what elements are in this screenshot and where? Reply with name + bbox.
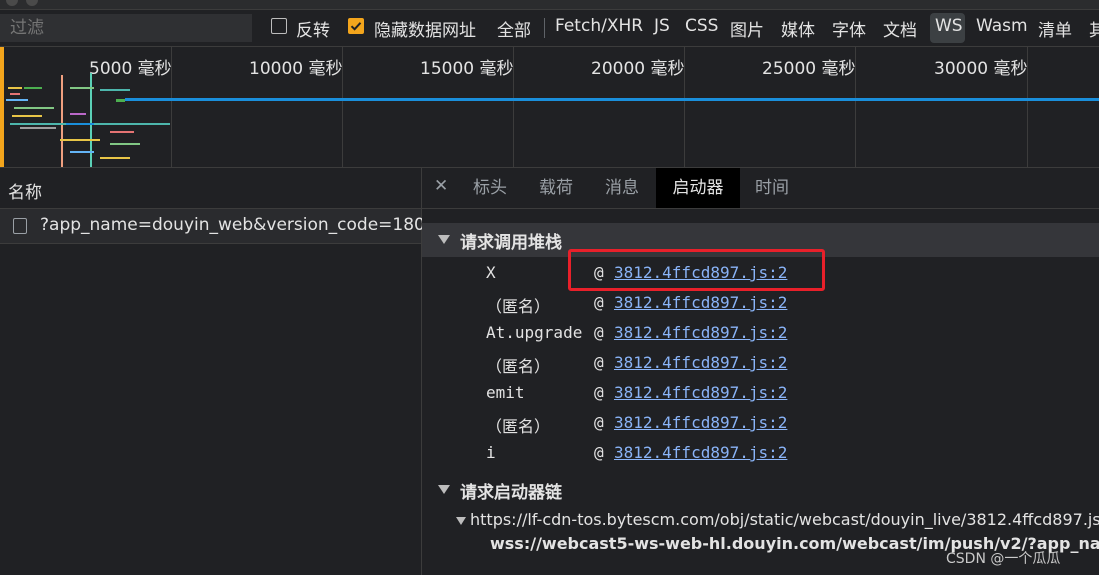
- type-filter-manifest[interactable]: 清单: [1038, 16, 1072, 41]
- initiator-chain-title: 请求启动器链: [460, 483, 562, 503]
- tab-messages[interactable]: 消息: [594, 168, 650, 208]
- invert-checkbox[interactable]: [271, 18, 287, 34]
- call-stack-title: 请求调用堆栈: [460, 233, 562, 253]
- name-column-header[interactable]: 名称: [0, 168, 421, 209]
- invert-label: 反转: [296, 21, 330, 41]
- frame-function: （匿名）: [486, 357, 551, 376]
- frame-function: （匿名）: [486, 417, 551, 436]
- tab-headers[interactable]: 标头: [462, 168, 518, 208]
- type-filter-css[interactable]: CSS: [685, 16, 718, 36]
- tab-payload[interactable]: 载荷: [528, 168, 584, 208]
- network-overview[interactable]: 5000 毫秒 10000 毫秒 15000 毫秒 20000 毫秒 25000…: [0, 47, 1099, 168]
- frame-source-link[interactable]: 3812.4ffcd897.js:2: [614, 293, 787, 312]
- request-list-pane: 名称 ?app_name=douyin_web&version_code=180…: [0, 168, 441, 575]
- type-filter-other[interactable]: 其: [1089, 16, 1099, 41]
- table-row[interactable]: ?app_name=douyin_web&version_code=180...: [0, 209, 441, 244]
- type-filter-img[interactable]: 图片: [730, 16, 764, 41]
- filter-bar: 反转 隐藏数据网址 全部 Fetch/XHR JS CSS 图片 媒体 字体 文…: [0, 10, 1099, 47]
- window-top-strip: [0, 0, 1099, 10]
- request-name: ?app_name=douyin_web&version_code=180...: [40, 215, 442, 235]
- highlight-annotation-box: [568, 249, 825, 291]
- frame-at: @: [594, 383, 604, 402]
- expand-triangle-icon: [438, 235, 450, 244]
- window-control-icon: [6, 0, 18, 6]
- filter-divider: [544, 18, 545, 38]
- tab-timing[interactable]: 时间: [744, 168, 800, 208]
- type-filter-js[interactable]: JS: [654, 16, 670, 36]
- expand-triangle-icon: [438, 485, 450, 494]
- type-filter-fetch-xhr[interactable]: Fetch/XHR: [555, 16, 643, 36]
- close-icon[interactable]: ✕: [434, 176, 448, 196]
- frame-function: （匿名）: [486, 297, 551, 316]
- overview-bars: [0, 47, 1099, 167]
- hide-data-urls-label: 隐藏数据网址: [374, 21, 476, 41]
- checkmark-icon: [350, 22, 362, 31]
- details-tabs: ✕ 标头 载荷 消息 启动器 时间: [422, 168, 1099, 209]
- watermark: CSDN @一个瓜瓜: [946, 551, 1061, 567]
- expand-triangle-icon: [456, 516, 466, 525]
- document-icon: [13, 218, 27, 234]
- initiator-chain-item[interactable]: https://lf-cdn-tos.bytescm.com/obj/stati…: [456, 510, 1099, 529]
- frame-source-link[interactable]: 3812.4ffcd897.js:2: [614, 353, 787, 372]
- type-filter-doc[interactable]: 文档: [883, 16, 917, 41]
- filter-input[interactable]: [0, 14, 252, 42]
- frame-source-link[interactable]: 3812.4ffcd897.js:2: [614, 323, 787, 342]
- hide-data-urls-checkbox[interactable]: [348, 18, 364, 34]
- initiator-url: https://lf-cdn-tos.bytescm.com/obj/stati…: [470, 510, 1099, 529]
- frame-at: @: [594, 323, 604, 342]
- frame-source-link[interactable]: 3812.4ffcd897.js:2: [614, 443, 787, 462]
- window-control-icon: [26, 0, 38, 6]
- frame-source-link[interactable]: 3812.4ffcd897.js:2: [614, 383, 787, 402]
- request-details-pane: ✕ 标头 载荷 消息 启动器 时间 请求调用堆栈 X @ 3812.4ffcd8…: [422, 168, 1099, 575]
- frame-function: i: [486, 443, 496, 462]
- type-filter-wasm[interactable]: Wasm: [976, 16, 1028, 36]
- frame-function: emit: [486, 383, 525, 402]
- frame-source-link[interactable]: 3812.4ffcd897.js:2: [614, 413, 787, 432]
- initiator-chain-section-header[interactable]: 请求启动器链: [422, 473, 1099, 507]
- frame-function: X: [486, 263, 496, 282]
- type-filter-ws[interactable]: WS: [935, 16, 963, 36]
- tab-initiator[interactable]: 启动器: [656, 168, 740, 208]
- frame-at: @: [594, 413, 604, 432]
- frame-at: @: [594, 353, 604, 372]
- frame-function: At.upgrade: [486, 323, 583, 342]
- name-column-label: 名称: [8, 183, 42, 203]
- frame-at: @: [594, 293, 604, 312]
- frame-at: @: [594, 443, 604, 462]
- type-filter-media[interactable]: 媒体: [781, 16, 815, 41]
- type-filter-font[interactable]: 字体: [832, 16, 866, 41]
- type-filter-all[interactable]: 全部: [497, 16, 531, 41]
